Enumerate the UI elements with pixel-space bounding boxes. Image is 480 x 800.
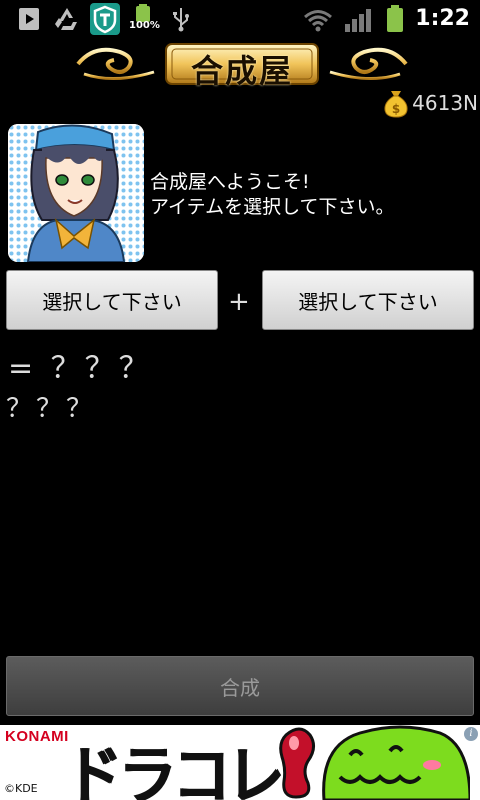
usb-icon — [173, 8, 189, 32]
shield-t-icon — [90, 3, 120, 35]
ad-title: ドラコレ — [64, 740, 284, 800]
title-banner: 合成屋 — [74, 38, 410, 90]
battery-icon — [387, 5, 403, 32]
shopkeeper-portrait — [8, 124, 144, 262]
ad-banner[interactable]: KONAMI ドラコレ ©KDE i — [0, 725, 480, 800]
select-item-2-button[interactable]: 選択して下さい — [262, 270, 474, 330]
shopkeeper-avatar-icon — [8, 124, 144, 262]
money-display: $ 4613N — [382, 88, 478, 118]
page-title: 合成屋 — [190, 52, 293, 90]
plus-sign: + — [228, 287, 250, 317]
result-description: ？？？ — [6, 394, 97, 424]
ad-copyright: ©KDE — [4, 782, 38, 795]
message-line-2: アイテムを選択して下さい。 — [150, 196, 395, 218]
combine-button[interactable]: 合成 — [6, 656, 474, 716]
message-line-1: 合成屋へようこそ! — [150, 171, 310, 193]
shopkeeper-message: 合成屋へようこそ! アイテムを選択して下さい。 — [150, 170, 395, 220]
wifi-icon — [304, 10, 332, 32]
result-name: = ？？？ — [8, 351, 153, 386]
status-bar: 100% 1:22 — [0, 0, 480, 38]
battery-percent: 100% — [129, 20, 160, 31]
play-store-icon — [19, 8, 39, 30]
clock: 1:22 — [415, 6, 470, 31]
svg-text:$: $ — [392, 102, 400, 116]
recycle-icon — [55, 8, 77, 30]
select-item-1-button[interactable]: 選択して下さい — [6, 270, 218, 330]
ad-info-icon[interactable]: i — [464, 727, 478, 741]
ad-brand: KONAMI — [5, 728, 69, 745]
money-bag-icon: $ — [384, 91, 408, 118]
money-amount: 4613N — [412, 91, 478, 115]
slime-character-icon — [322, 725, 470, 800]
jelly-bean-icon — [279, 727, 315, 799]
signal-icon — [345, 9, 371, 32]
